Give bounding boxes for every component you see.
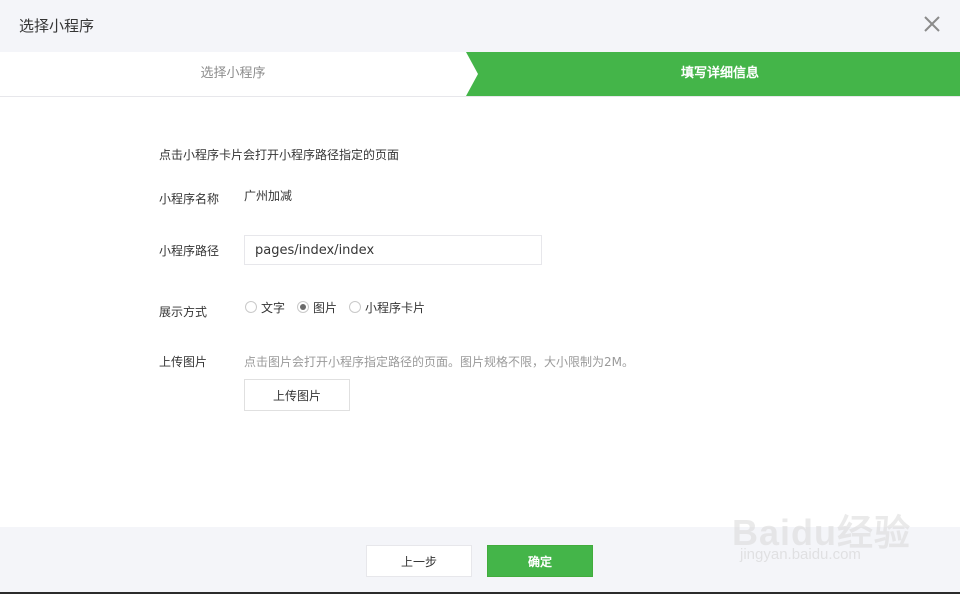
radio-label-miniprogram-card: 小程序卡片 bbox=[365, 300, 426, 315]
miniprogram-name-value: 广州加减 bbox=[244, 189, 293, 203]
prev-step-button[interactable]: 上一步 bbox=[366, 545, 472, 577]
confirm-button[interactable]: 确定 bbox=[487, 545, 593, 577]
dialog-header: 选择小程序 bbox=[0, 0, 960, 52]
baidu-jingyan-watermark: Baidu经验 jingyan.baidu.com bbox=[732, 496, 912, 576]
radio-option-image[interactable]: 图片 bbox=[297, 299, 337, 316]
upload-image-button[interactable]: 上传图片 bbox=[244, 379, 350, 411]
radio-option-miniprogram-card[interactable]: 小程序卡片 bbox=[349, 299, 425, 316]
radio-circle-image[interactable] bbox=[297, 301, 310, 313]
radio-label-image: 图片 bbox=[313, 300, 338, 315]
miniprogram-name-label: 小程序名称 bbox=[159, 192, 220, 206]
miniprogram-path-label: 小程序路径 bbox=[159, 244, 220, 258]
radio-circle-miniprogram-card[interactable] bbox=[349, 301, 362, 313]
miniprogram-path-input[interactable] bbox=[244, 235, 542, 265]
close-icon[interactable] bbox=[923, 15, 941, 33]
watermark-url: jingyan.baidu.com bbox=[740, 546, 861, 563]
radio-circle-text[interactable] bbox=[245, 301, 257, 313]
form-hint: 点击小程序卡片会打开小程序路径指定的页面 bbox=[159, 148, 400, 162]
select-miniprogram-dialog: 选择小程序 选择小程序 填写详细信息 点击小程序卡片会打开小程序路径指定的页面 … bbox=[0, 0, 960, 594]
step-progress-bar: 选择小程序 填写详细信息 bbox=[0, 52, 960, 97]
upload-image-label: 上传图片 bbox=[159, 355, 208, 369]
step-fill-details: 填写详细信息 bbox=[680, 66, 759, 81]
upload-image-hint: 点击图片会打开小程序指定路径的页面。图片规格不限，大小限制为2M。 bbox=[244, 355, 634, 369]
step-select-miniprogram: 选择小程序 bbox=[200, 66, 266, 81]
dialog-title: 选择小程序 bbox=[19, 17, 95, 35]
radio-option-text[interactable]: 文字 bbox=[245, 299, 285, 316]
form-content: 点击小程序卡片会打开小程序路径指定的页面 小程序名称 广州加减 小程序路径 展示… bbox=[0, 97, 960, 527]
radio-label-text: 文字 bbox=[261, 300, 286, 315]
display-mode-radio-group: 文字 图片 小程序卡片 bbox=[245, 299, 437, 315]
display-mode-label: 展示方式 bbox=[159, 305, 208, 319]
